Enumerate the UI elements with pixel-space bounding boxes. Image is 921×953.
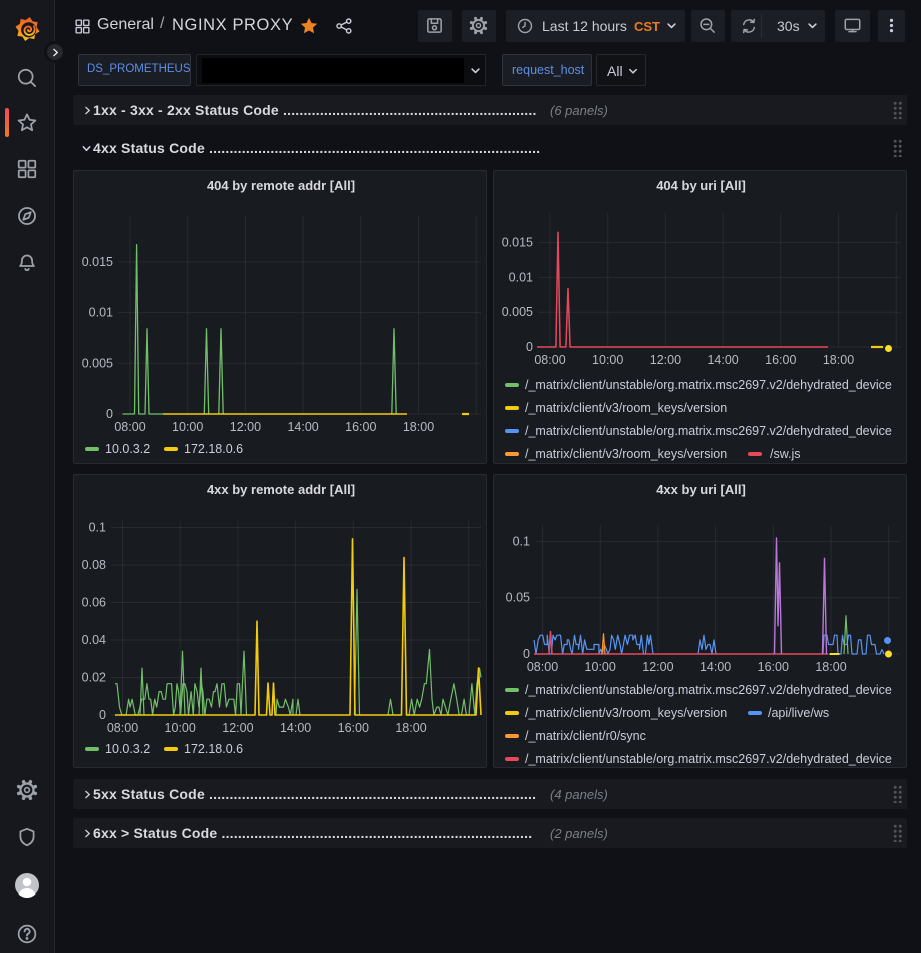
svg-text:0.01: 0.01: [89, 306, 113, 320]
svg-text:0: 0: [526, 340, 533, 354]
svg-text:12:00: 12:00: [642, 660, 673, 674]
svg-text:0.08: 0.08: [82, 558, 106, 572]
svg-text:08:00: 08:00: [534, 353, 565, 367]
svg-text:14:00: 14:00: [287, 420, 318, 434]
svg-text:12:00: 12:00: [650, 353, 681, 367]
svg-text:0.015: 0.015: [502, 236, 533, 250]
svg-text:16:00: 16:00: [345, 420, 376, 434]
svg-text:0.05: 0.05: [506, 591, 530, 605]
svg-text:10:00: 10:00: [165, 721, 196, 735]
svg-text:0.06: 0.06: [82, 596, 106, 610]
svg-text:12:00: 12:00: [222, 721, 253, 735]
svg-text:18:00: 18:00: [403, 420, 434, 434]
svg-text:0.015: 0.015: [82, 255, 113, 269]
svg-text:10:00: 10:00: [172, 420, 203, 434]
svg-text:0.1: 0.1: [513, 534, 530, 548]
svg-text:0.005: 0.005: [82, 356, 113, 370]
svg-text:0: 0: [523, 647, 530, 661]
svg-text:0.005: 0.005: [502, 305, 533, 319]
svg-text:10:00: 10:00: [592, 353, 623, 367]
svg-text:16:00: 16:00: [338, 721, 369, 735]
svg-text:0: 0: [106, 407, 113, 421]
svg-text:14:00: 14:00: [707, 353, 738, 367]
svg-text:0.01: 0.01: [509, 270, 533, 284]
svg-text:08:00: 08:00: [114, 420, 145, 434]
svg-text:14:00: 14:00: [280, 721, 311, 735]
svg-text:18:00: 18:00: [815, 660, 846, 674]
svg-text:10:00: 10:00: [585, 660, 616, 674]
svg-text:08:00: 08:00: [527, 660, 558, 674]
svg-text:0.04: 0.04: [82, 633, 106, 647]
svg-text:08:00: 08:00: [107, 721, 138, 735]
svg-text:16:00: 16:00: [758, 660, 789, 674]
svg-text:14:00: 14:00: [700, 660, 731, 674]
svg-text:16:00: 16:00: [765, 353, 796, 367]
svg-text:0.1: 0.1: [89, 521, 106, 535]
svg-text:18:00: 18:00: [395, 721, 426, 735]
svg-text:18:00: 18:00: [823, 353, 854, 367]
svg-text:0.02: 0.02: [82, 671, 106, 685]
svg-text:12:00: 12:00: [230, 420, 261, 434]
svg-text:0: 0: [99, 708, 106, 722]
